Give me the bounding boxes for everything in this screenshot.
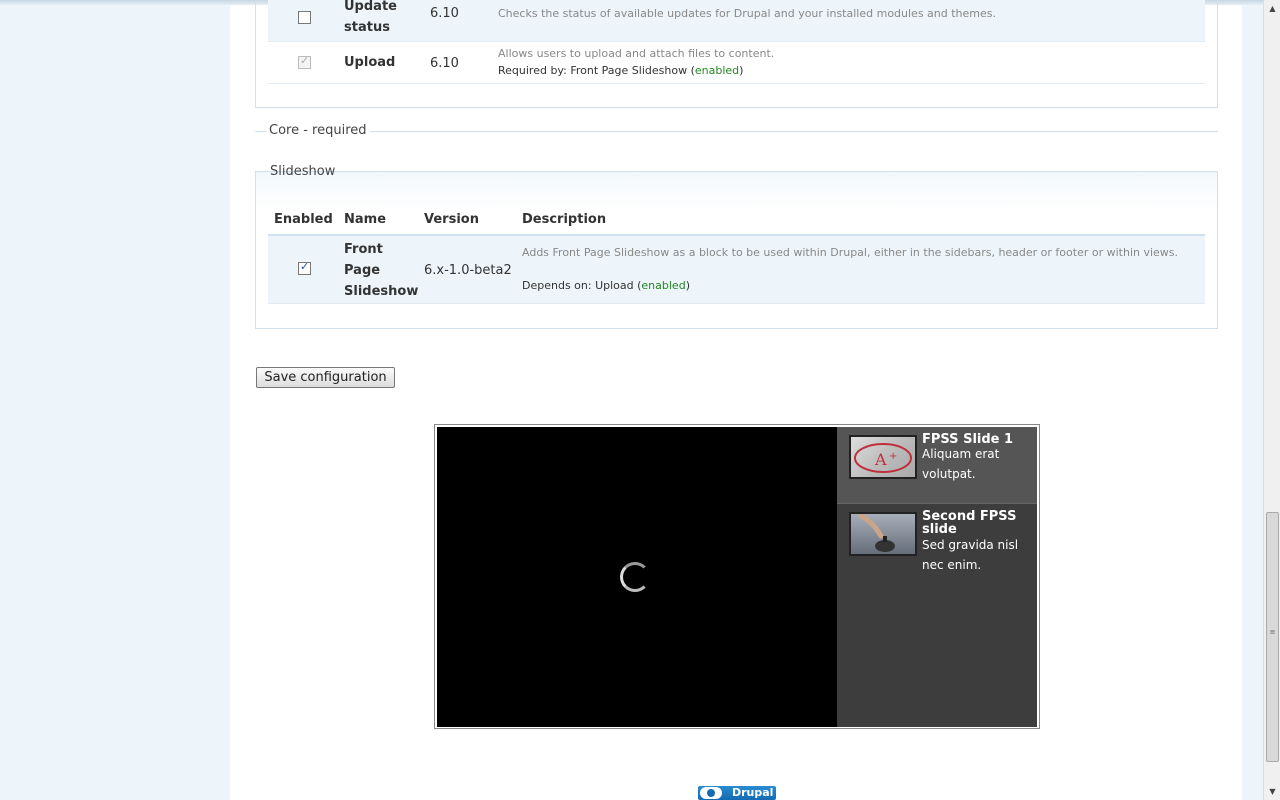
grade-a-mark-icon: A + [854,443,912,473]
table-row: ✓ Front Page Slideshow 6.x-1.0-beta2 Add… [268,236,1205,304]
table-row: Update status 6.10 Checks the status of … [268,0,1205,42]
column-header-description: Description [522,212,607,227]
module-checkbox-upload[interactable]: ✓ [298,54,311,69]
drupal-badge-label: Drupal [732,786,774,799]
slide-nav-item[interactable]: Second FPSS slide Sed gravida nisl nec e… [837,504,1037,580]
core-required-legend[interactable]: Core - required [266,123,370,138]
loading-spinner-icon [620,562,650,592]
required-by-status: enabled [694,64,740,77]
module-checkbox-update-status[interactable] [298,11,311,24]
module-version: 6.x-1.0-beta2 [424,263,512,278]
svg-text:+: + [889,451,897,462]
vertical-scrollbar[interactable]: ▲ ≡ ▼ [1263,0,1280,800]
slide-text: Sed gravida nisl nec enim. [922,538,1019,572]
module-description: Adds Front Page Slideshow as a block to … [522,246,1179,259]
depends-on-status: enabled [641,279,686,292]
grade-a-paper-thumb-icon: A + [849,435,917,479]
scroll-up-arrow-icon[interactable]: ▲ [1264,0,1280,17]
save-configuration-button[interactable]: Save configuration [256,367,395,388]
required-by-note: Required by: Front Page Slideshow (enabl… [498,64,743,77]
scroll-down-arrow-icon[interactable]: ▼ [1264,783,1280,800]
powered-by-drupal-badge[interactable]: Drupal [698,786,776,800]
slide-nav-item[interactable]: A + FPSS Slide 1 Aliquam erat volutpat. [837,427,1037,503]
column-header-enabled: Enabled [274,212,333,227]
module-description: Checks the status of available updates f… [498,7,997,20]
scrollbar-grip-icon: ≡ [1269,628,1276,636]
desk-bell-thumb-icon [849,512,917,556]
checkmark-icon: ✓ [300,260,310,273]
depends-on-note: Depends on: Upload (enabled) [522,279,690,292]
svg-text:A: A [874,450,887,469]
depends-on-close: ) [685,279,690,292]
module-checkbox-front-page-slideshow[interactable]: ✓ [298,260,311,275]
core-required-fieldset-line [255,131,1218,132]
slide-text: Aliquam erat volutpat. [922,447,1000,481]
module-version: 6.10 [430,6,459,21]
table-row: ✓ Upload 6.10 Allows users to upload and… [268,43,1205,84]
slideshow-nav: A + FPSS Slide 1 Aliquam erat volutpat. … [837,427,1037,727]
depends-on-label: Depends on: Upload ( [522,279,642,292]
scrollbar-thumb[interactable]: ≡ [1266,512,1279,762]
module-name: Upload [344,55,396,70]
module-name: Update status [344,0,397,35]
checkmark-icon: ✓ [300,54,310,67]
required-by-close: ) [739,64,744,77]
column-header-version: Version [424,212,479,227]
slide-title: Second FPSS slide [922,509,1017,537]
column-header-name: Name [344,212,387,227]
required-by-label: Required by: Front Page Slideshow ( [498,64,695,77]
module-version: 6.10 [430,56,459,71]
drupal-logo-icon [700,787,722,799]
slideshow-legend: Slideshow [270,164,336,179]
module-name: Front Page Slideshow [344,242,419,299]
module-description: Allows users to upload and attach files … [498,47,775,60]
desk-bell-icon [858,513,895,552]
